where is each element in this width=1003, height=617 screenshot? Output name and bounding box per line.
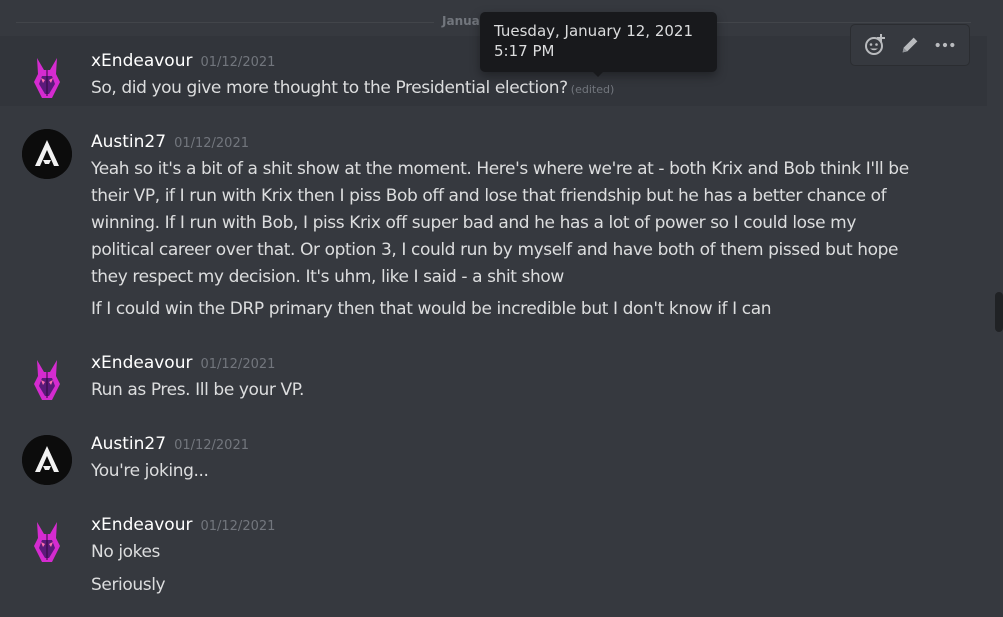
timestamp[interactable]: 01/12/2021 xyxy=(200,357,275,372)
avatar[interactable] xyxy=(22,516,72,566)
timestamp[interactable]: 01/12/2021 xyxy=(200,55,275,70)
username[interactable]: Austin27 xyxy=(91,434,166,454)
edit-pencil-icon xyxy=(902,37,918,53)
message-group[interactable]: Austin27 01/12/2021 Yeah so it's a bit of… xyxy=(0,118,987,328)
message-text: You're joking... xyxy=(91,458,941,485)
message-line: Run as Pres. Ill be your VP. xyxy=(91,380,304,400)
tooltip-time: 5:17 PM xyxy=(494,42,555,60)
edit-button[interactable] xyxy=(894,29,926,61)
more-options-button[interactable] xyxy=(929,29,961,61)
message-line: winning. If I run with Bob, I piss Krix … xyxy=(91,213,857,233)
message-header: Austin27 01/12/2021 xyxy=(91,132,249,154)
message-line: they respect my decision. It's uhm, like… xyxy=(91,267,564,287)
message-line: So, did you give more thought to the Pre… xyxy=(91,78,568,98)
message-text: Yeah so it's a bit of a shit show at the… xyxy=(91,156,941,323)
message-header: xEndeavour 01/12/2021 xyxy=(91,51,275,73)
tooltip-date: Tuesday, January 12, 2021 xyxy=(494,22,693,40)
message-text: No jokes Seriously xyxy=(91,539,941,599)
edited-tag: (edited) xyxy=(570,83,615,96)
username[interactable]: Austin27 xyxy=(91,132,166,152)
avatar[interactable] xyxy=(22,52,72,102)
message-header: Austin27 01/12/2021 xyxy=(91,434,249,456)
message-group[interactable]: xEndeavour 01/12/2021 No jokes Seriously xyxy=(0,502,987,617)
timestamp[interactable]: 01/12/2021 xyxy=(174,136,249,151)
message-line: If I could win the DRP primary then that… xyxy=(91,299,772,319)
username[interactable]: xEndeavour xyxy=(91,353,192,373)
message-group[interactable]: xEndeavour 01/12/2021 Run as Pres. Ill be… xyxy=(0,340,987,410)
chat-messages-area: Janua xEndeavour 01/12/2021 So, did you g… xyxy=(0,0,1003,617)
timestamp[interactable]: 01/12/2021 xyxy=(200,519,275,534)
message-group[interactable]: Austin27 01/12/2021 You're joking... xyxy=(0,421,987,491)
message-line: political career over that. Or option 3,… xyxy=(91,240,899,260)
message-line: You're joking... xyxy=(91,461,209,481)
message-text: So, did you give more thought to the Pre… xyxy=(91,75,941,103)
timestamp-tooltip: Tuesday, January 12, 2021 5:17 PM xyxy=(480,12,717,77)
scrollbar-thumb[interactable] xyxy=(995,292,1003,332)
avatar[interactable] xyxy=(22,435,72,485)
more-options-icon xyxy=(935,42,955,48)
message-actions-toolbar xyxy=(850,24,970,66)
message-line: Yeah so it's a bit of a shit show at the… xyxy=(91,159,909,179)
message-line: their VP, if I run with Krix then I piss… xyxy=(91,186,887,206)
message-line: Seriously xyxy=(91,575,166,595)
username[interactable]: xEndeavour xyxy=(91,515,192,535)
timestamp[interactable]: 01/12/2021 xyxy=(174,438,249,453)
username[interactable]: xEndeavour xyxy=(91,51,192,71)
avatar[interactable] xyxy=(22,129,72,179)
message-header: xEndeavour 01/12/2021 xyxy=(91,515,275,537)
message-line: No jokes xyxy=(91,542,161,562)
message-text: Run as Pres. Ill be your VP. xyxy=(91,377,941,404)
avatar[interactable] xyxy=(22,354,72,404)
tooltip-arrow xyxy=(592,71,604,77)
add-reaction-icon xyxy=(864,34,885,55)
add-reaction-button[interactable] xyxy=(859,29,891,61)
message-header: xEndeavour 01/12/2021 xyxy=(91,353,275,375)
